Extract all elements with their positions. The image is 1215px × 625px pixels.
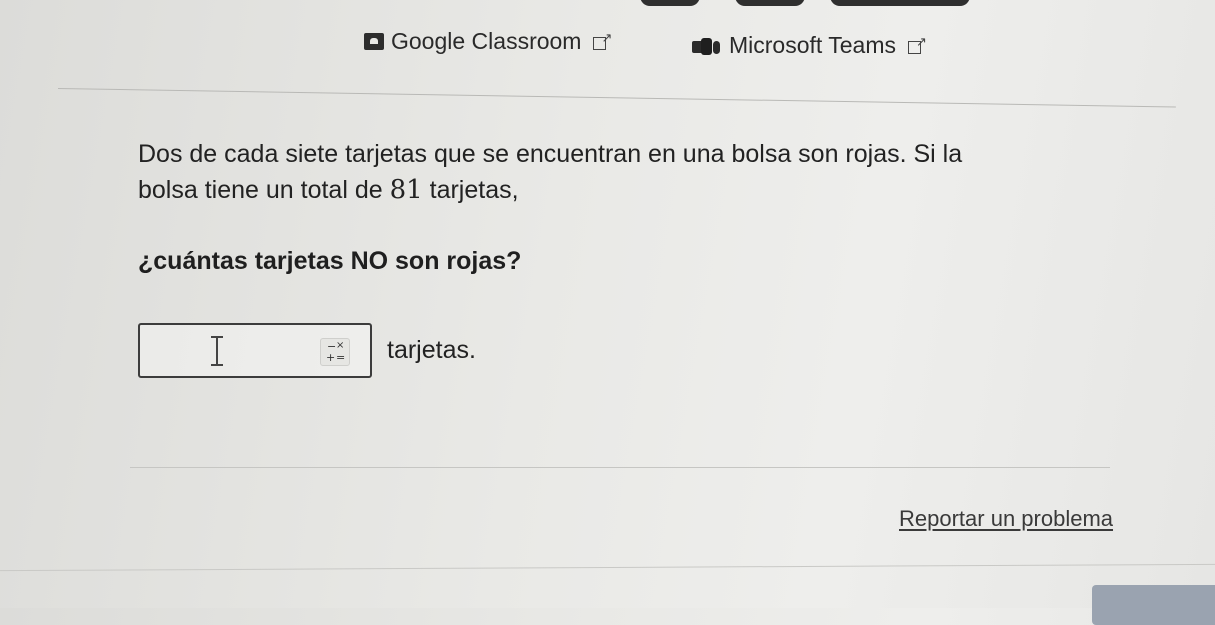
- divider: [130, 467, 1110, 468]
- text-cursor-icon: [210, 336, 224, 366]
- question-text: Dos de cada siete tarjetas que se encuen…: [138, 136, 1148, 208]
- answer-row: − × + = tarjetas.: [138, 323, 476, 378]
- divider: [0, 563, 1215, 572]
- question-prompt: ¿cuántas tarjetas NO son rojas?: [138, 247, 522, 275]
- question-line-2-suffix: tarjetas,: [422, 176, 519, 204]
- microsoft-teams-icon: [692, 37, 722, 55]
- question-line-2-prefix: bolsa tiene un total de: [138, 176, 390, 204]
- math-keypad-button[interactable]: − × + =: [320, 338, 350, 366]
- answer-unit-label: tarjetas.: [387, 336, 476, 364]
- cropped-header-text: [0, 0, 1215, 14]
- check-button-partial[interactable]: [1092, 585, 1215, 625]
- google-classroom-link[interactable]: Google Classroom ↗: [364, 28, 612, 55]
- microsoft-teams-label: Microsoft Teams: [729, 32, 897, 58]
- microsoft-teams-link[interactable]: Microsoft Teams ↗: [692, 32, 927, 59]
- divider: [57, 88, 1176, 108]
- answer-input[interactable]: − × + =: [138, 323, 372, 378]
- total-number: 81: [389, 175, 423, 205]
- share-bar: Google Classroom ↗ Microsoft Teams ↗: [0, 24, 1215, 64]
- external-link-icon: ↗: [908, 35, 927, 54]
- google-classroom-label: Google Classroom: [391, 28, 582, 54]
- report-problem-link[interactable]: Reportar un problema: [899, 506, 1113, 532]
- question-line-2: bolsa tiene un total de 81 tarjetas,: [138, 172, 1148, 208]
- google-classroom-icon: [364, 33, 384, 50]
- question-line-1: Dos de cada siete tarjetas que se encuen…: [138, 140, 963, 168]
- external-link-icon: ↗: [593, 31, 612, 50]
